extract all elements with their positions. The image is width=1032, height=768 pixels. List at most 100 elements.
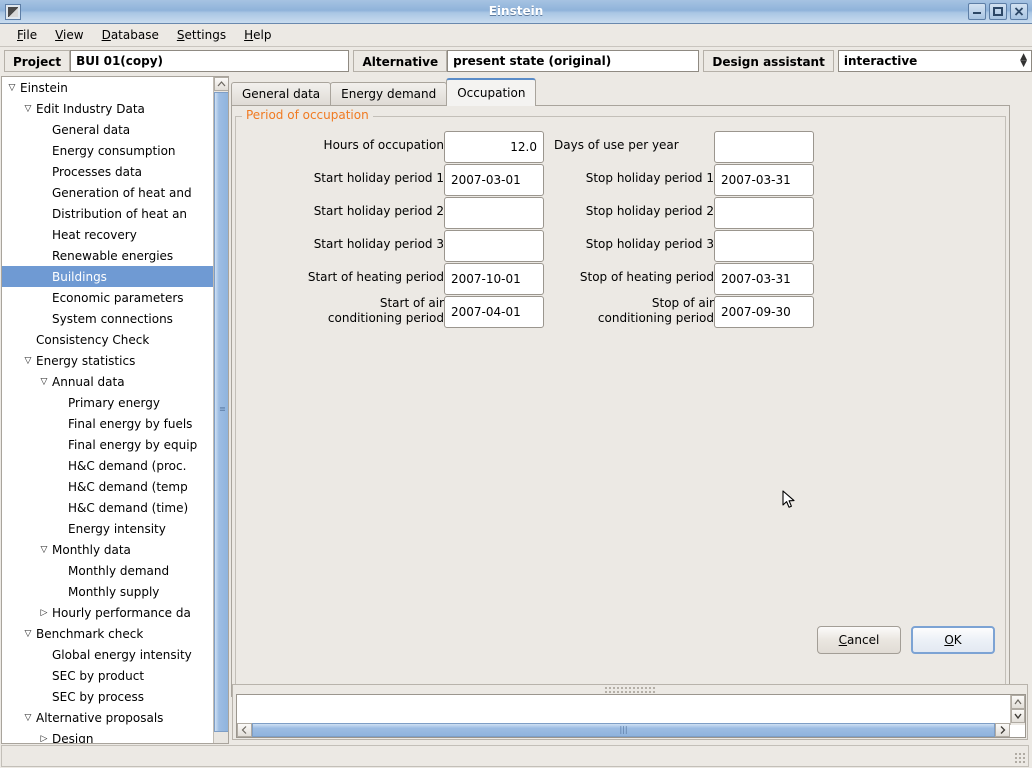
label-start-of-air-conditioning-period: Start of air conditioning period	[327, 296, 444, 325]
input-stop-holiday-period-1[interactable]: 2007-03-31	[714, 164, 814, 196]
menu-help[interactable]: Help	[235, 26, 280, 44]
tree-expanded-arrow-icon[interactable]: ▽	[20, 713, 36, 723]
input-days-of-use-per-year[interactable]	[714, 131, 814, 163]
tree-collapsed-arrow-icon[interactable]: ▷	[36, 608, 52, 618]
menu-database[interactable]: Database	[93, 26, 168, 44]
tree-item-label: Monthly supply	[68, 584, 160, 599]
input-start-holiday-period-1[interactable]: 2007-03-01	[444, 164, 544, 196]
tree-item-final-energy-by-fuels[interactable]: Final energy by fuels	[2, 413, 213, 434]
input-stop-holiday-period-2[interactable]	[714, 197, 814, 229]
tree-item-h-c-demand-time[interactable]: H&C demand (time)	[2, 497, 213, 518]
design-assistant-label: Design assistant	[703, 50, 834, 72]
tree-item-sec-by-process[interactable]: SEC by process	[2, 686, 213, 707]
label-start-of-heating-period: Start of heating period	[307, 270, 444, 284]
cancel-button[interactable]: Cancel	[817, 626, 901, 654]
tab-general-data[interactable]: General data	[231, 82, 332, 106]
tree-item-primary-energy[interactable]: Primary energy	[2, 392, 213, 413]
splitter-grip-icon[interactable]	[604, 686, 656, 693]
tree-item-annual-data[interactable]: ▽ Annual data	[2, 371, 213, 392]
tree-item-monthly-demand[interactable]: Monthly demand	[2, 560, 213, 581]
tree-item-label: Buildings	[52, 269, 107, 284]
tab-energy-demand[interactable]: Energy demand	[330, 82, 448, 106]
tree-expanded-arrow-icon[interactable]: ▽	[36, 377, 52, 387]
input-start-holiday-period-2[interactable]	[444, 197, 544, 229]
status-bar	[1, 745, 1029, 767]
form-row: Start holiday period 1 2007-03-01 Stop hol…	[236, 164, 1007, 197]
input-stop-of-heating-period[interactable]: 2007-03-31	[714, 263, 814, 295]
tree-item-einstein[interactable]: ▽ Einstein	[2, 77, 213, 98]
menu-view[interactable]: View	[46, 26, 92, 44]
tree-item-economic-parameters[interactable]: Economic parameters	[2, 287, 213, 308]
window-controls	[968, 3, 1028, 20]
tree-item-energy-intensity[interactable]: Energy intensity	[2, 518, 213, 539]
tab-label: Energy demand	[341, 87, 437, 101]
log-horizontal-scrollbar[interactable]: |||	[237, 723, 1010, 737]
close-button[interactable]	[1010, 3, 1028, 20]
tree-expanded-arrow-icon[interactable]: ▽	[4, 83, 20, 93]
tree-expanded-arrow-icon[interactable]: ▽	[20, 104, 36, 114]
resize-grip-icon[interactable]	[1014, 752, 1026, 764]
alternative-label: Alternative	[353, 50, 448, 72]
ok-button[interactable]: OK	[911, 626, 995, 654]
tree-item-monthly-data[interactable]: ▽ Monthly data	[2, 539, 213, 560]
log-scroll-down-button[interactable]	[1011, 709, 1025, 723]
log-scroll-up-button[interactable]	[1011, 695, 1025, 709]
tree-expanded-arrow-icon[interactable]: ▽	[36, 545, 52, 555]
tree-item-label: SEC by process	[52, 689, 145, 704]
tree-item-h-c-demand-temp[interactable]: H&C demand (temp	[2, 476, 213, 497]
tree-vertical-scrollbar[interactable]: ≡	[213, 77, 228, 743]
tree-collapsed-arrow-icon[interactable]: ▷	[36, 734, 52, 744]
minimize-button[interactable]	[968, 3, 986, 20]
log-scroll-right-button[interactable]	[995, 723, 1010, 737]
tree-item-monthly-supply[interactable]: Monthly supply	[2, 581, 213, 602]
project-field[interactable]: BUI 01(copy)	[70, 50, 350, 72]
tree-item-sec-by-product[interactable]: SEC by product	[2, 665, 213, 686]
tree-item-hourly-performance-da[interactable]: ▷ Hourly performance da	[2, 602, 213, 623]
tree-item-design[interactable]: ▷ Design	[2, 728, 213, 744]
tree-item-h-c-demand-proc[interactable]: H&C demand (proc.	[2, 455, 213, 476]
menu-file[interactable]: File	[8, 26, 46, 44]
tree-item-system-connections[interactable]: System connections	[2, 308, 213, 329]
menu-settings[interactable]: Settings	[168, 26, 235, 44]
tree-item-heat-recovery[interactable]: Heat recovery	[2, 224, 213, 245]
tree-scroll-thumb[interactable]: ≡	[214, 92, 228, 732]
input-stop-of-air-conditioning-period[interactable]: 2007-09-30	[714, 296, 814, 328]
log-scroll-left-button[interactable]	[237, 723, 252, 737]
tree-item-energy-statistics[interactable]: ▽ Energy statistics	[2, 350, 213, 371]
input-start-of-heating-period[interactable]: 2007-10-01	[444, 263, 544, 295]
tree-item-renewable-energies[interactable]: Renewable energies	[2, 245, 213, 266]
tree-item-processes-data[interactable]: Processes data	[2, 161, 213, 182]
log-hscroll-thumb[interactable]: |||	[252, 723, 995, 737]
design-assistant-combo[interactable]: interactive ▲ ▼	[837, 50, 1032, 72]
tree-item-label: Annual data	[52, 374, 125, 389]
tree-expanded-arrow-icon[interactable]: ▽	[20, 356, 36, 366]
input-stop-holiday-period-3[interactable]	[714, 230, 814, 262]
tree-item-consistency-check[interactable]: Consistency Check	[2, 329, 213, 350]
project-toolbar: Project BUI 01(copy) Alternative present…	[0, 48, 1032, 74]
tree-item-label: Primary energy	[68, 395, 160, 410]
label-stop-of-air-conditioning-period: Stop of air conditioning period	[597, 296, 714, 325]
period-of-occupation-groupbox: Period of occupation Hours of occupation…	[235, 108, 1007, 691]
tree-item-energy-consumption[interactable]: Energy consumption	[2, 140, 213, 161]
tree-item-buildings[interactable]: Buildings	[2, 266, 213, 287]
tree-item-benchmark-check[interactable]: ▽ Benchmark check	[2, 623, 213, 644]
input-start-of-air-conditioning-period[interactable]: 2007-04-01	[444, 296, 544, 328]
tree-item-final-energy-by-equip[interactable]: Final energy by equip	[2, 434, 213, 455]
navigation-tree[interactable]: ▽ Einstein ▽ Edit Industry Data General data…	[2, 77, 213, 743]
tree-item-distribution-of-heat-an[interactable]: Distribution of heat an	[2, 203, 213, 224]
tree-expanded-arrow-icon[interactable]: ▽	[20, 629, 36, 639]
tree-item-general-data[interactable]: General data	[2, 119, 213, 140]
input-start-holiday-period-3[interactable]	[444, 230, 544, 262]
log-output-box[interactable]: |||	[236, 694, 1026, 738]
log-vertical-scrollbar[interactable]	[1010, 695, 1025, 725]
alternative-field[interactable]: present state (original)	[447, 50, 700, 72]
input-hours-of-occupation[interactable]: 12.0	[444, 131, 544, 163]
project-label: Project	[4, 50, 71, 72]
tree-item-global-energy-intensity[interactable]: Global energy intensity	[2, 644, 213, 665]
tree-item-alternative-proposals[interactable]: ▽ Alternative proposals	[2, 707, 213, 728]
tree-item-generation-of-heat-and[interactable]: Generation of heat and	[2, 182, 213, 203]
tree-scroll-up-button[interactable]	[214, 77, 228, 91]
tab-occupation[interactable]: Occupation	[446, 78, 537, 106]
tree-item-edit-industry-data[interactable]: ▽ Edit Industry Data	[2, 98, 213, 119]
maximize-button[interactable]	[989, 3, 1007, 20]
